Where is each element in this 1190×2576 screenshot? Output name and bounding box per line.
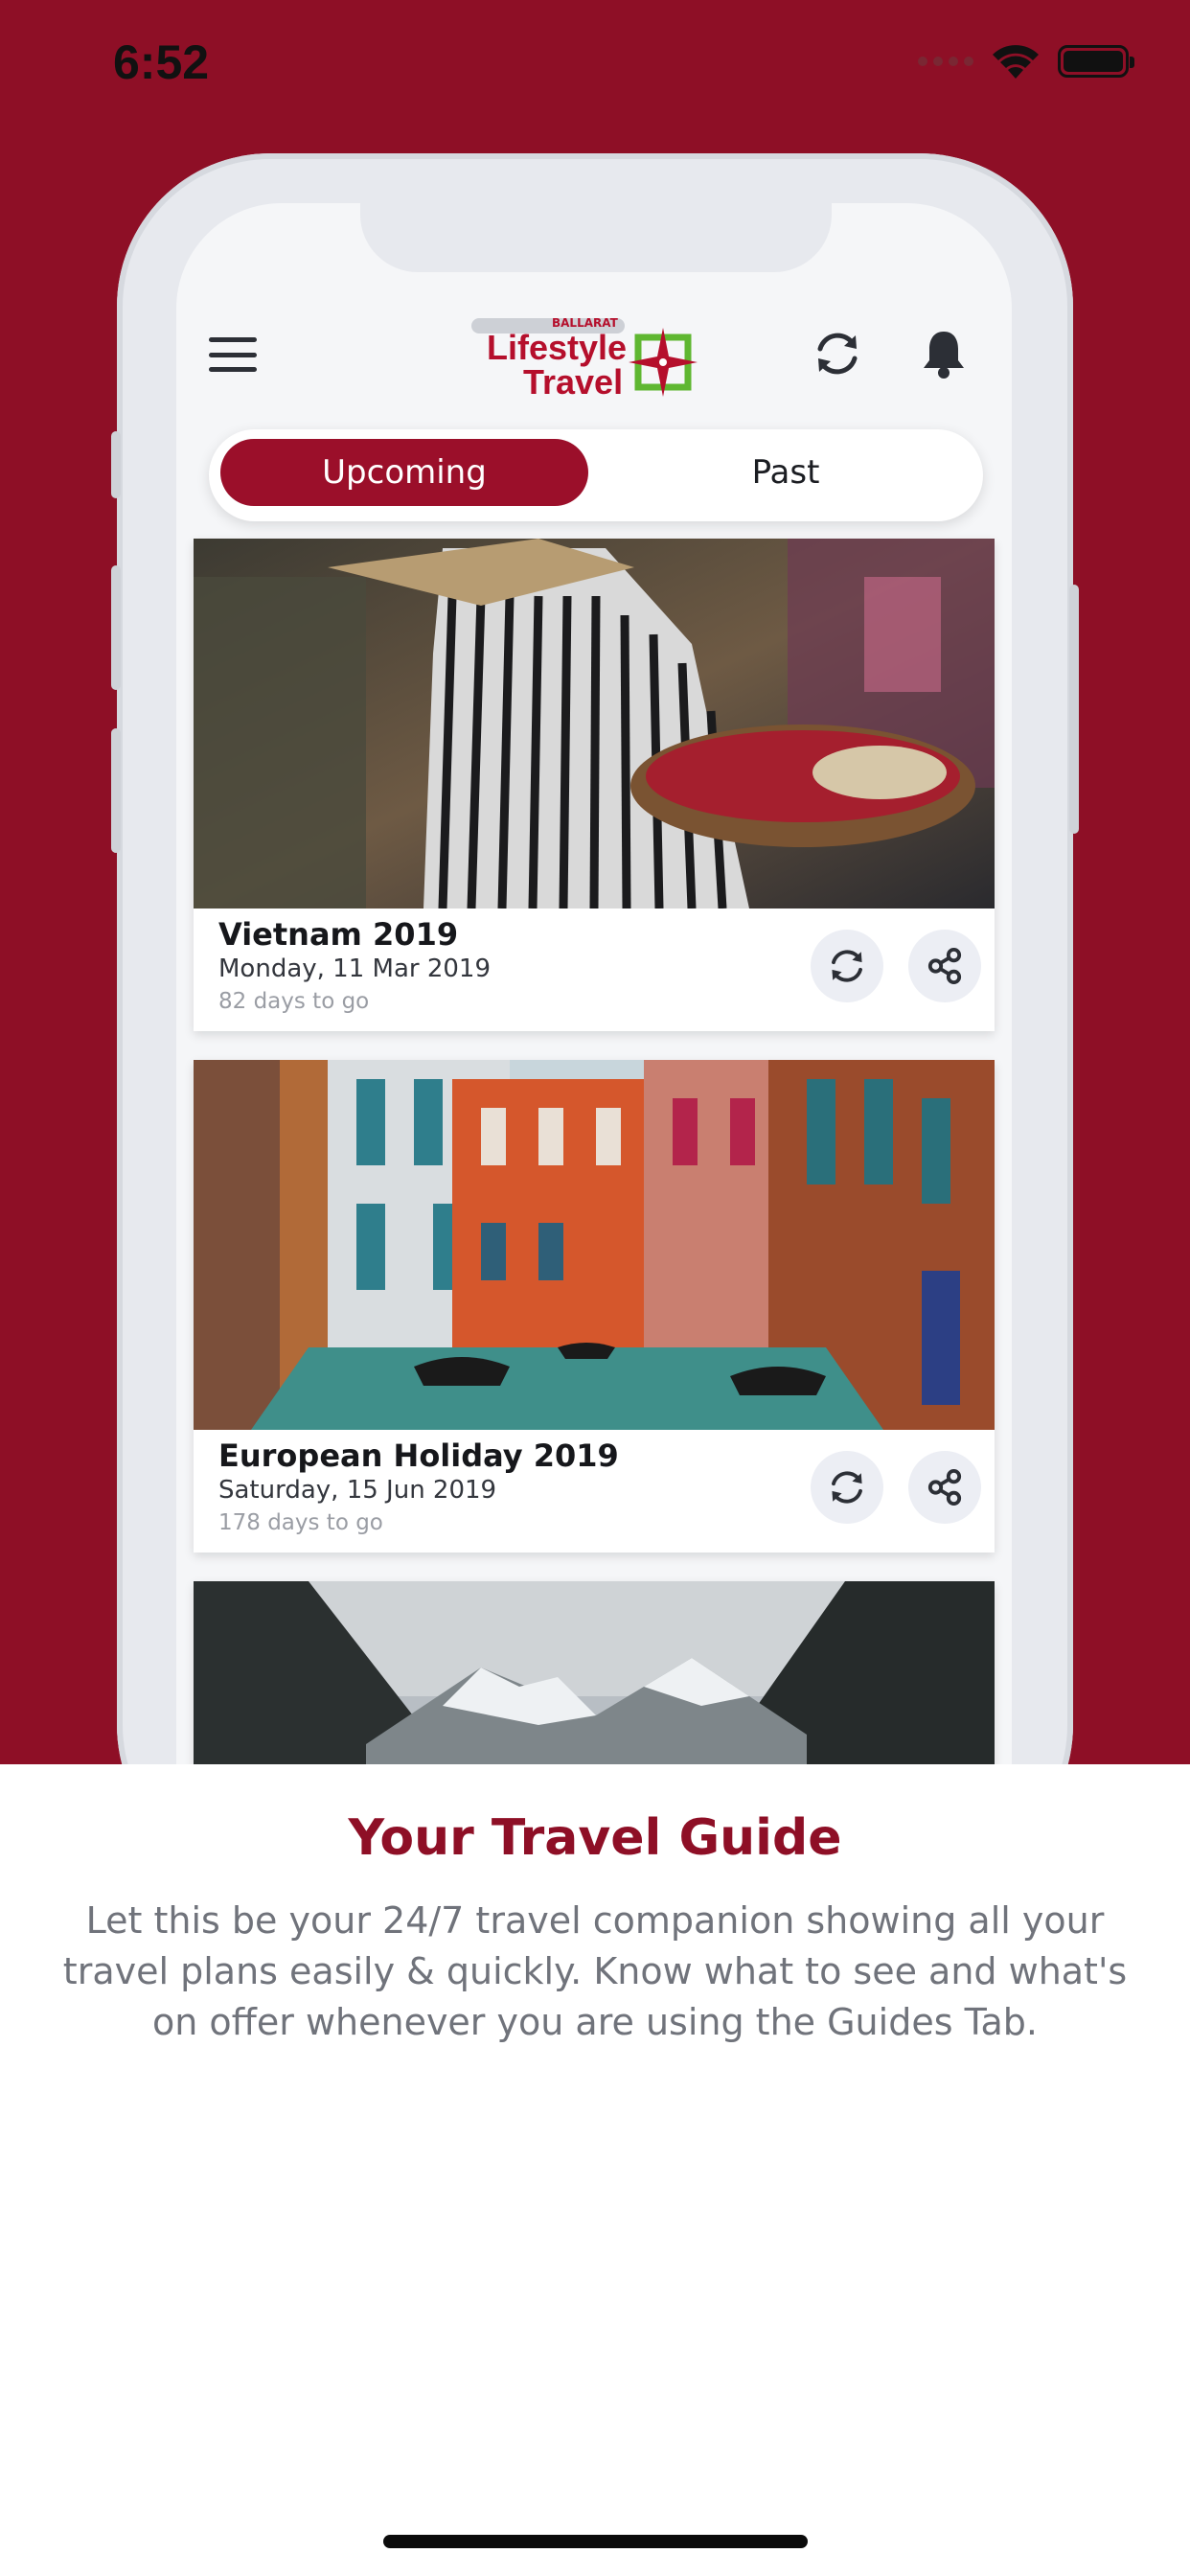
refresh-icon: [832, 1471, 862, 1504]
logo-line-2: Travel: [523, 362, 624, 402]
notification-bell-icon[interactable]: [920, 328, 968, 380]
trip-share-button[interactable]: [908, 1451, 981, 1524]
phone-volume-up: [111, 565, 121, 690]
trip-date: Monday, 11 Mar 2019: [218, 954, 492, 983]
onboarding-description: Let this be your 24/7 travel companion s…: [62, 1899, 1128, 2043]
trip-card-european-holiday[interactable]: European Holiday 2019 Saturday, 15 Jun 2…: [194, 1060, 995, 1552]
trip-countdown: 82 days to go: [218, 989, 370, 1014]
hero-section: 6:52 BALLARAT Lifestyle Travel Upcoming …: [0, 0, 1190, 1764]
refresh-icon: [832, 950, 862, 982]
trip-photo-vietnam: [194, 539, 995, 908]
trip-photo-venice: [194, 1060, 995, 1430]
trip-card-vietnam[interactable]: Vietnam 2019 Monday, 11 Mar 2019 82 days…: [194, 539, 995, 1031]
trip-title: European Holiday 2019: [218, 1438, 619, 1474]
trip-refresh-button[interactable]: [811, 930, 883, 1002]
status-indicators: [918, 42, 1134, 80]
battery-icon: [1058, 45, 1134, 78]
lifestyle-travel-logo: BALLARAT Lifestyle Travel: [487, 316, 707, 408]
phone-mockup: BALLARAT Lifestyle Travel Upcoming Past …: [111, 153, 1079, 1764]
share-icon: [927, 1469, 962, 1506]
trip-filter-tabs: Upcoming Past: [209, 429, 983, 521]
phone-volume-down: [111, 728, 121, 853]
trip-info: Vietnam 2019 Monday, 11 Mar 2019 82 days…: [194, 908, 995, 1031]
trip-countdown: 178 days to go: [218, 1510, 383, 1535]
trip-refresh-button[interactable]: [811, 1451, 883, 1524]
menu-icon[interactable]: [209, 337, 257, 372]
trip-card-mountains[interactable]: [194, 1581, 995, 1764]
phone-mute-switch: [111, 431, 121, 498]
tab-upcoming[interactable]: Upcoming: [220, 439, 588, 506]
trip-title: Vietnam 2019: [218, 916, 459, 953]
tab-past[interactable]: Past: [602, 439, 970, 506]
trip-date: Saturday, 15 Jun 2019: [218, 1476, 497, 1505]
compass-logo-icon: [629, 328, 698, 397]
onboarding-title: Your Travel Guide: [348, 1809, 842, 1867]
refresh-icon[interactable]: [812, 328, 863, 380]
cellular-signal-icon: [918, 57, 973, 66]
trip-info: European Holiday 2019 Saturday, 15 Jun 2…: [194, 1430, 995, 1552]
trip-photo-mountains: [194, 1581, 995, 1764]
phone-power-button: [1069, 585, 1079, 834]
status-time: 6:52: [113, 35, 210, 89]
wifi-icon: [993, 45, 1039, 79]
app-screen: BALLARAT Lifestyle Travel Upcoming Past …: [176, 203, 1012, 1764]
home-indicator[interactable]: [383, 2535, 808, 2548]
trip-share-button[interactable]: [908, 930, 981, 1002]
share-icon: [927, 948, 962, 984]
